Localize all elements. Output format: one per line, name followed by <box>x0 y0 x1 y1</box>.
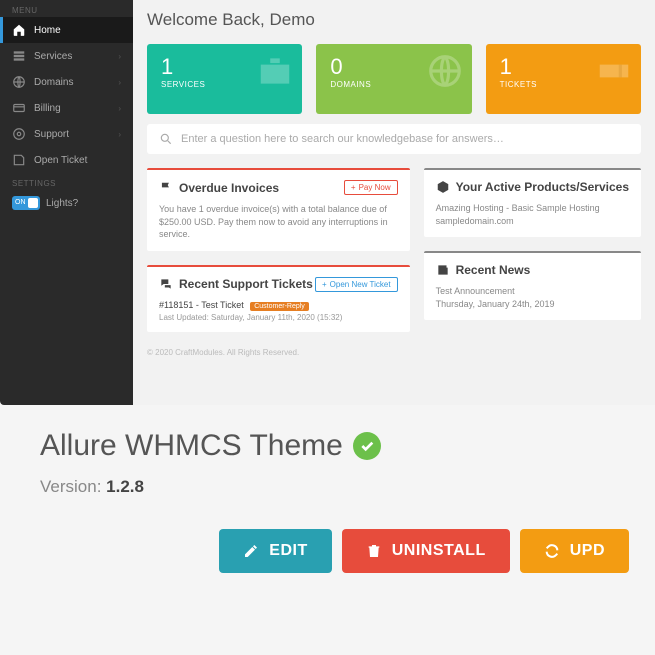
news-icon <box>436 263 450 277</box>
product-info: Allure WHMCS Theme Version: 1.2.8 EDIT U… <box>0 405 655 573</box>
search-placeholder: Enter a question here to search our know… <box>181 133 504 145</box>
stat-services[interactable]: 1 SERVICES <box>147 44 302 114</box>
card-recent-news: Recent News Test Announcement Thursday, … <box>424 251 641 320</box>
card-title: Recent Support Tickets <box>179 277 313 291</box>
cube-icon <box>436 180 450 194</box>
update-button[interactable]: UPD <box>520 529 629 573</box>
trash-icon <box>366 543 382 559</box>
news-item[interactable]: Test Announcement Thursday, January 24th… <box>436 285 629 310</box>
footer-text: © 2020 CraftModules. All Rights Reserved… <box>147 348 641 357</box>
sidebar-item-billing[interactable]: Billing › <box>0 95 133 121</box>
stat-tickets[interactable]: 1 TICKETS <box>486 44 641 114</box>
services-icon <box>12 49 26 63</box>
ticket-updated: Last Updated: Saturday, January 11th, 20… <box>159 313 398 322</box>
sidebar: MENU Home Services › Domains › Billing ›… <box>0 0 133 405</box>
comments-icon <box>159 277 173 291</box>
card-recent-tickets: Recent Support Tickets +Open New Ticket … <box>147 265 410 332</box>
sidebar-item-services[interactable]: Services › <box>0 43 133 69</box>
refresh-icon <box>544 543 560 559</box>
welcome-text: Welcome Back, Demo <box>147 10 641 30</box>
ticket-icon <box>12 153 26 167</box>
pencil-icon <box>243 543 259 559</box>
sidebar-item-domains[interactable]: Domains › <box>0 69 133 95</box>
stat-domains[interactable]: 0 DOMAINS <box>316 44 471 114</box>
sidebar-item-support[interactable]: Support › <box>0 121 133 147</box>
sidebar-item-label: Services <box>34 51 72 62</box>
sidebar-item-label: Open Ticket <box>34 155 87 166</box>
chevron-right-icon: › <box>118 104 121 113</box>
main-content: Welcome Back, Demo 1 SERVICES 0 DOMAINS … <box>133 0 655 405</box>
card-title: Your Active Products/Services <box>456 180 629 194</box>
globe-icon <box>12 75 26 89</box>
card-title: Overdue Invoices <box>179 181 279 195</box>
sidebar-item-label: Billing <box>34 103 61 114</box>
chevron-right-icon: › <box>118 78 121 87</box>
chevron-right-icon: › <box>118 52 121 61</box>
card-active-products: Your Active Products/Services Amazing Ho… <box>424 168 641 237</box>
briefcase-icon <box>256 52 294 95</box>
open-new-ticket-button[interactable]: +Open New Ticket <box>315 277 398 292</box>
sidebar-item-open-ticket[interactable]: Open Ticket <box>0 147 133 173</box>
card-body: You have 1 overdue invoice(s) with a tot… <box>159 203 398 241</box>
search-icon <box>159 132 173 146</box>
home-icon <box>12 23 26 37</box>
flag-icon <box>159 181 173 195</box>
lights-toggle-row[interactable]: ON Lights? <box>0 190 133 216</box>
chevron-right-icon: › <box>118 130 121 139</box>
menu-header: MENU <box>0 0 133 17</box>
lights-toggle[interactable]: ON <box>12 196 40 210</box>
globe-icon <box>426 52 464 95</box>
card-overdue-invoices: Overdue Invoices +Pay Now You have 1 ove… <box>147 168 410 251</box>
edit-button[interactable]: EDIT <box>219 529 331 573</box>
uninstall-button[interactable]: UNINSTALL <box>342 529 510 573</box>
product-actions: EDIT UNINSTALL UPD <box>40 529 629 573</box>
ticket-status-badge: Customer-Reply <box>250 302 309 311</box>
product-version: Version: 1.2.8 <box>40 477 629 497</box>
lights-label: Lights? <box>46 198 78 209</box>
verified-icon <box>353 432 381 460</box>
sidebar-item-label: Domains <box>34 77 73 88</box>
screenshot-preview: MENU Home Services › Domains › Billing ›… <box>0 0 655 405</box>
sidebar-item-label: Support <box>34 129 69 140</box>
sidebar-item-home[interactable]: Home <box>0 17 133 43</box>
knowledgebase-search[interactable]: Enter a question here to search our know… <box>147 124 641 154</box>
support-icon <box>12 127 26 141</box>
card-title: Recent News <box>456 263 531 277</box>
product-title: Allure WHMCS Theme <box>40 429 629 463</box>
ticket-icon <box>595 52 633 95</box>
stats-row: 1 SERVICES 0 DOMAINS 1 TICKETS <box>147 44 641 114</box>
card-body: Amazing Hosting - Basic Sample Hosting s… <box>436 202 629 227</box>
ticket-subject: #118151 - Test Ticket <box>159 300 244 310</box>
pay-now-button[interactable]: +Pay Now <box>344 180 398 195</box>
sidebar-item-label: Home <box>34 25 61 36</box>
billing-icon <box>12 101 26 115</box>
settings-header: SETTINGS <box>0 173 133 190</box>
ticket-row[interactable]: #118151 - Test Ticket Customer-Reply <box>159 300 398 311</box>
